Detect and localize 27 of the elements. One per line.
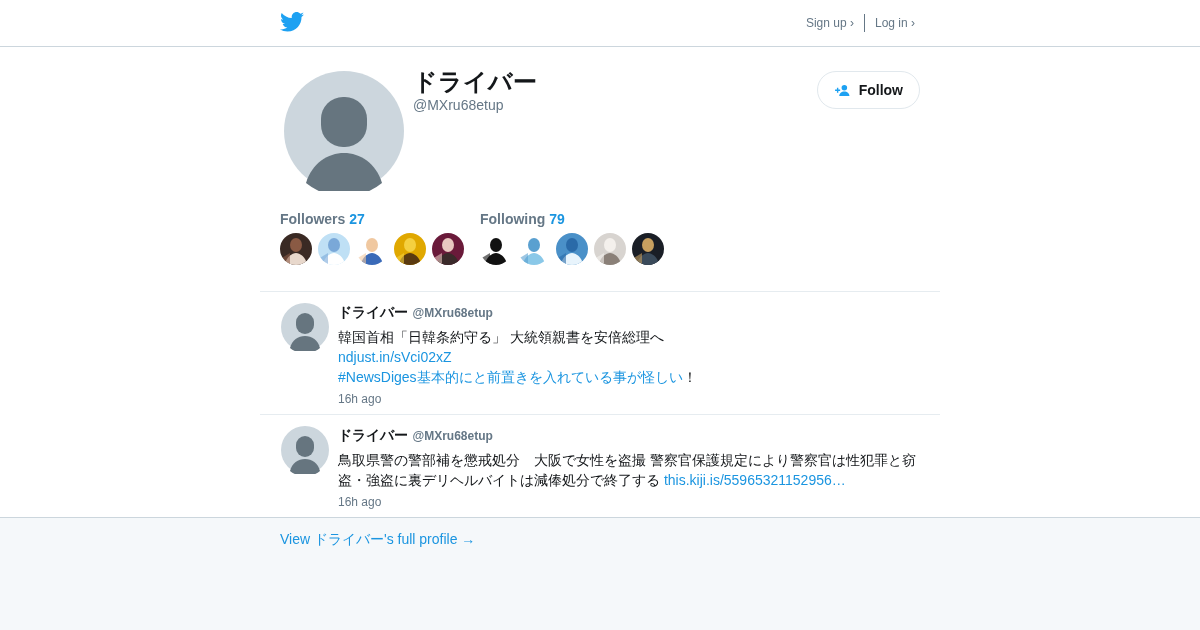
- profile-name: ドライバー: [413, 67, 538, 97]
- tweet-text: 韓国首相「日韓条約守る」 大統領親書を安倍総理へ: [338, 328, 665, 347]
- tweet-handle[interactable]: @MXru68etup: [412, 429, 493, 443]
- default-avatar-icon: [281, 426, 329, 474]
- hashtag-link[interactable]: #NewsDiges基本的にと前置きを入れている事が怪しい: [338, 369, 683, 385]
- stat-label[interactable]: Following: [480, 211, 546, 227]
- bird-logo-icon[interactable]: [280, 12, 304, 32]
- stat-count[interactable]: 27: [349, 211, 365, 227]
- full-profile-link[interactable]: View ドライバー's full profile →: [280, 531, 476, 547]
- tweet-author[interactable]: ドライバー: [338, 304, 408, 320]
- stat-count[interactable]: 79: [549, 211, 565, 227]
- tweet-time[interactable]: 16h ago: [338, 392, 920, 406]
- tweet-handle[interactable]: @MXru68etup: [412, 306, 493, 320]
- profile-handle: @MXru68etup: [413, 97, 505, 113]
- default-avatar-icon: [281, 303, 329, 351]
- follow-button[interactable]: Follow: [816, 71, 920, 109]
- tweet-text: 鳥取県警の警部補を懲戒処分 大阪で女性を盗撮 警察官保護規定により警察官は性犯罪と窃盗・強盗に裏デリヘルバイトは減俸処分で終了する this.kiji.is/55965321152956…: [338, 451, 917, 490]
- default-avatar-icon: [284, 71, 404, 191]
- header-link[interactable]: Sign up ›: [805, 16, 854, 30]
- tweet-link[interactable]: this.kiji.is/55965321152956…: [663, 472, 846, 488]
- header-link[interactable]: Log in ›: [874, 16, 915, 30]
- tweet-text: #NewsDiges基本的にと前置きを入れている事が怪しい！: [338, 368, 698, 387]
- tweet-link[interactable]: ndjust.in/sVci02xZ: [338, 349, 452, 365]
- tweet-time[interactable]: 16h ago: [338, 495, 920, 509]
- tweet-author[interactable]: ドライバー: [338, 427, 408, 443]
- add-person-icon: [833, 83, 851, 97]
- stat-label[interactable]: Followers: [280, 211, 346, 227]
